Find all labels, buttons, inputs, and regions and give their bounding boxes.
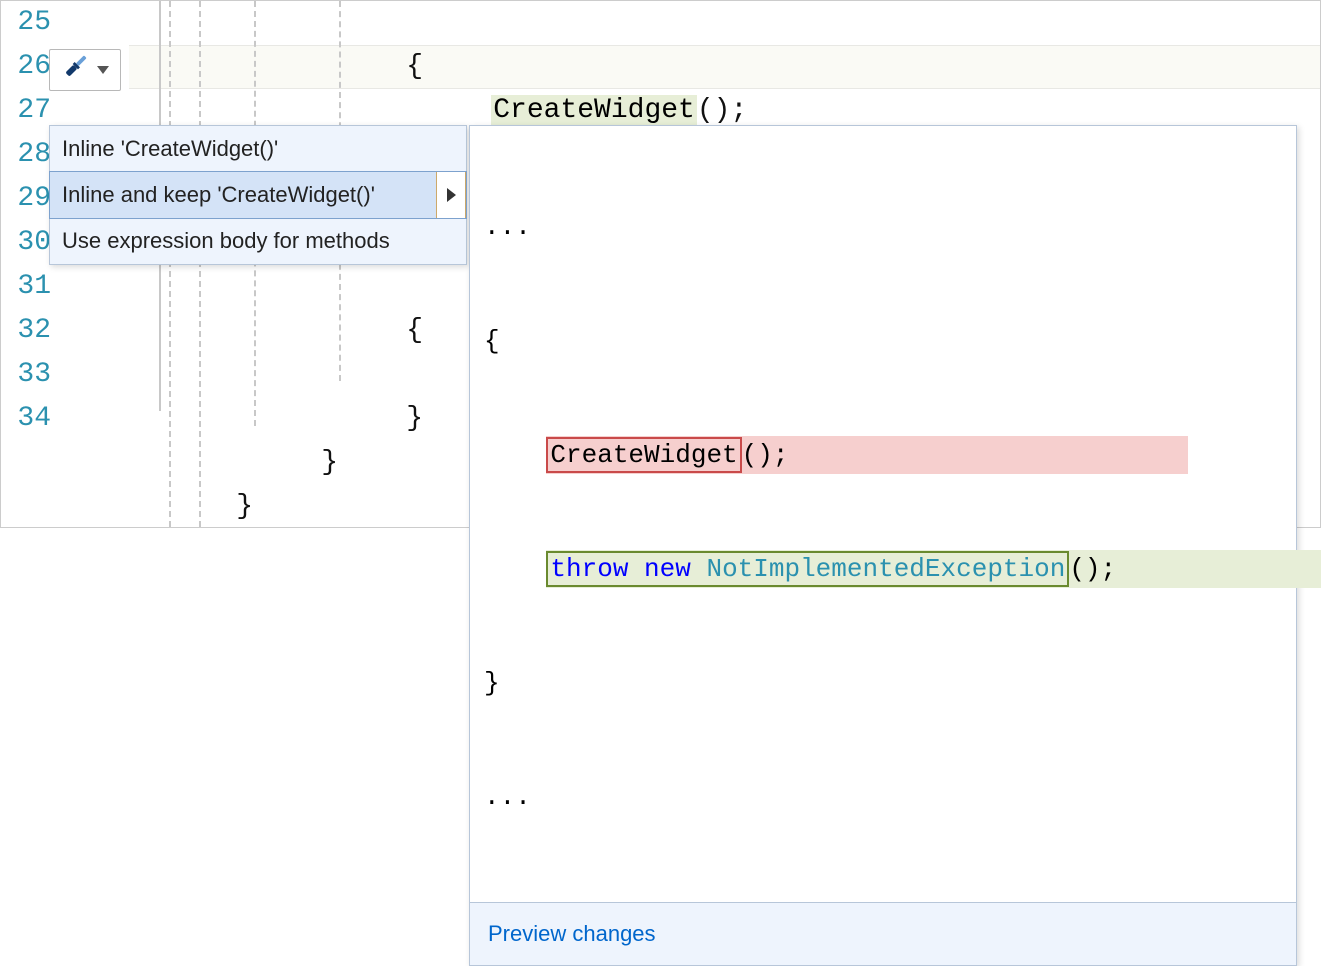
indent [484,554,546,584]
preview-diff: ... { CreateWidget(); throw new NotImple… [470,126,1296,902]
type-name: NotImplementedException [706,554,1065,584]
screwdriver-icon [61,51,91,90]
preview-line: ... [484,208,1282,246]
line-number: 34 [1,397,51,441]
quick-actions-menu: Inline 'CreateWidget()' Inline and keep … [49,125,467,265]
deleted-token: CreateWidget [550,440,737,470]
preview-footer: Preview changes [470,902,1296,965]
code-text: (); [1069,554,1116,584]
line-number: 28 [1,133,51,177]
line-number: 33 [1,353,51,397]
preview-line: { [484,322,1282,360]
menu-item-expression-body[interactable]: Use expression body for methods [50,218,466,264]
line-number: 32 [1,309,51,353]
preview-line: ... [484,778,1282,816]
brace-close: } [236,491,253,522]
code-line[interactable]: { [59,1,1320,45]
menu-item-label: Inline 'CreateWidget()' [62,136,278,161]
preview-line: } [484,664,1282,702]
submenu-arrow[interactable] [436,172,466,218]
line-number: 31 [1,265,51,309]
menu-item-label: Use expression body for methods [62,228,390,253]
quick-actions-button[interactable] [49,49,121,91]
menu-item-label: Inline and keep 'CreateWidget()' [62,182,375,207]
preview-line-inserted: throw new NotImplementedException(); [484,550,1282,588]
line-number: 26 [1,45,51,89]
code-text: (); [697,95,747,126]
code-line[interactable]: CreateWidget(); [59,45,1320,89]
menu-item-inline[interactable]: Inline 'CreateWidget()' [50,126,466,172]
preview-line-deleted: CreateWidget(); [484,436,1282,474]
keyword-throw: throw [550,554,628,584]
method-call: CreateWidget [491,95,697,126]
line-number: 29 [1,177,51,221]
code-text: (); [742,440,789,470]
keyword-new: new [644,554,691,584]
indent [484,440,546,470]
line-number: 27 [1,89,51,133]
preview-changes-link[interactable]: Preview changes [488,921,656,946]
line-number: 30 [1,221,51,265]
chevron-right-icon [447,188,456,202]
chevron-down-icon [97,66,109,74]
refactor-preview-flyout: ... { CreateWidget(); throw new NotImple… [469,125,1297,966]
menu-item-inline-and-keep[interactable]: Inline and keep 'CreateWidget()' [49,171,467,219]
line-number: 25 [1,1,51,45]
